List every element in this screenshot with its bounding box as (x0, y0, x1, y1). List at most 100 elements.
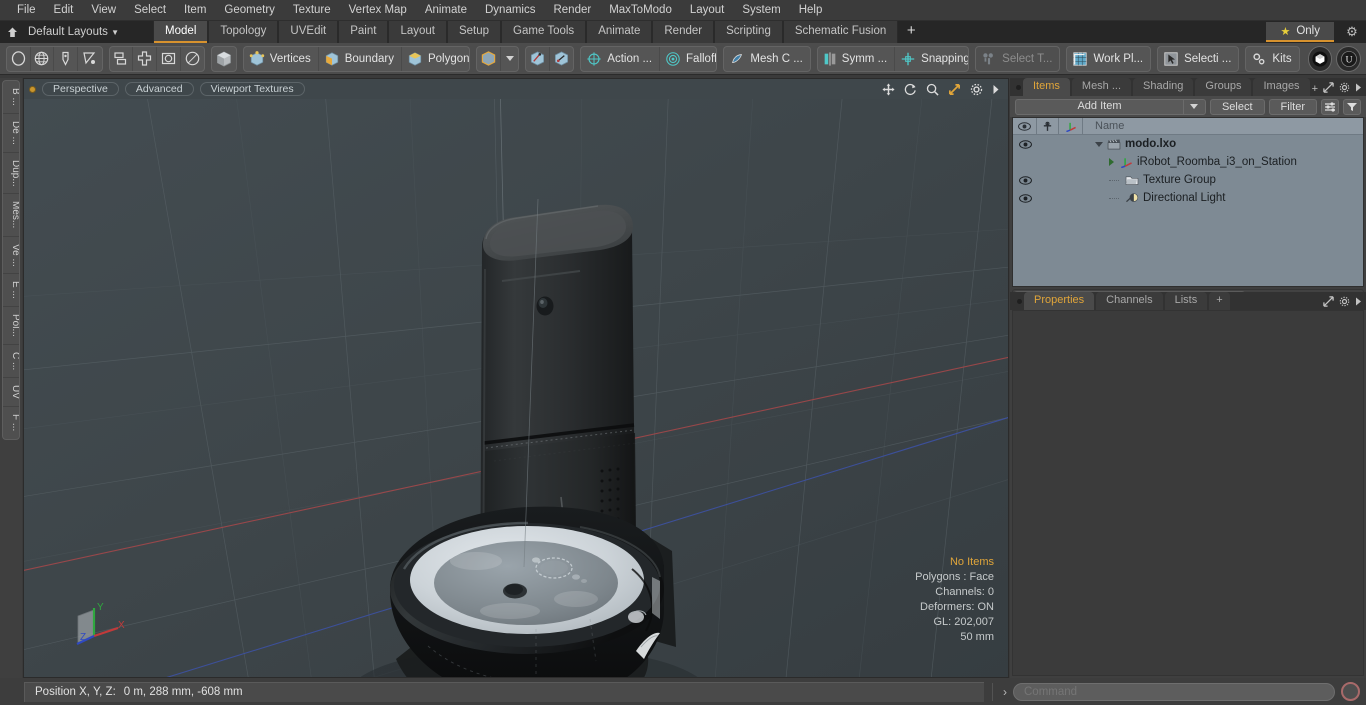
tab-uvedit[interactable]: UVEdit (278, 21, 339, 43)
menu-item-texture[interactable]: Texture (284, 0, 340, 21)
chevron-right-icon[interactable] (992, 84, 1000, 95)
left-tab-basic[interactable]: B ... (3, 81, 19, 114)
curve-icon[interactable] (78, 47, 102, 71)
selection-sets-button[interactable]: Selecti ... (1157, 45, 1240, 72)
select-through-button[interactable]: Select T... (975, 45, 1061, 72)
default-layouts-dropdown[interactable]: Default Layouts ▼ (24, 21, 129, 43)
menu-item-file[interactable]: File (8, 0, 45, 21)
filter-funnel-icon[interactable] (1343, 98, 1361, 115)
menu-item-layout[interactable]: Layout (681, 0, 734, 21)
left-tab-mesh-edit[interactable]: Mes... (3, 194, 19, 237)
paint-select-icon[interactable] (526, 46, 550, 71)
tab-groups[interactable]: Groups (1195, 78, 1252, 96)
chevron-down-icon[interactable] (501, 47, 518, 71)
tab-game-tools[interactable]: Game Tools (501, 21, 587, 43)
snapping-button[interactable]: Snapping (895, 47, 968, 71)
tab-schematic-fusion[interactable]: Schematic Fusion (782, 21, 899, 43)
add-layout-tab-button[interactable]: + (898, 21, 924, 43)
menu-item-item[interactable]: Item (175, 0, 215, 21)
viewport-3d[interactable]: Perspective Advanced Viewport Textures N… (23, 78, 1009, 678)
viewport-shading-button[interactable]: Advanced (124, 82, 194, 96)
tab-model[interactable]: Model (153, 21, 209, 43)
left-tab-deform[interactable]: De ... (3, 114, 19, 153)
expand-collapse-icon[interactable] (1095, 141, 1103, 147)
row-name-cell[interactable]: iRobot_Roomba_i3_on_Station (1083, 156, 1363, 168)
menu-item-help[interactable]: Help (790, 0, 832, 21)
action-center-button[interactable]: Action ... (581, 46, 661, 71)
left-tab-fusion[interactable]: F ... (3, 407, 19, 438)
viewport-canvas[interactable]: No Items Polygons : Face Channels: 0 Def… (24, 99, 1008, 677)
viewport-textures-button[interactable]: Viewport Textures (199, 82, 305, 96)
table-row[interactable]: Directional Light (1013, 189, 1363, 207)
table-row[interactable]: Texture Group (1013, 171, 1363, 189)
array-icon[interactable] (133, 46, 157, 71)
unreal-badge-icon[interactable]: U (1336, 45, 1361, 72)
menu-item-vertex-map[interactable]: Vertex Map (340, 0, 416, 21)
viewport-projection-button[interactable]: Perspective (42, 82, 119, 96)
paint-deselect-icon[interactable] (550, 47, 574, 71)
tab-shading[interactable]: Shading (1133, 78, 1194, 96)
menu-item-select[interactable]: Select (125, 0, 175, 21)
items-tree[interactable]: Name modo.lxo iRobot_Roomba_i3_on_Statio… (1012, 117, 1364, 287)
ellipse-icon[interactable] (7, 46, 31, 71)
tab-paint[interactable]: Paint (338, 21, 389, 43)
move-icon[interactable] (882, 82, 895, 96)
row-visibility-toggle[interactable] (1013, 135, 1037, 153)
row-name-cell[interactable]: Texture Group (1083, 174, 1363, 186)
panel-menu-dot[interactable] (1014, 292, 1024, 310)
menu-item-dynamics[interactable]: Dynamics (476, 0, 544, 21)
menu-item-system[interactable]: System (733, 0, 789, 21)
chevron-right-icon[interactable] (1355, 83, 1362, 95)
filter-button[interactable]: Filter (1268, 98, 1317, 115)
gear-icon[interactable] (970, 83, 983, 96)
menu-item-render[interactable]: Render (544, 0, 600, 21)
add-properties-tab-button[interactable]: + (1209, 292, 1230, 310)
kits-button[interactable]: Kits (1245, 45, 1300, 72)
gear-icon[interactable]: ⚙ (1338, 24, 1366, 40)
expand-collapse-icon[interactable] (1109, 158, 1114, 166)
tab-lists[interactable]: Lists (1164, 292, 1208, 310)
list-options-icon[interactable] (1321, 98, 1339, 115)
expand-icon[interactable] (1323, 296, 1334, 310)
pen-icon[interactable] (54, 46, 78, 71)
row-visibility-toggle[interactable] (1013, 171, 1037, 189)
only-toggle-button[interactable]: ★ Only (1266, 22, 1334, 42)
work-plane-button[interactable]: Work Pl... (1066, 45, 1152, 72)
add-item-button[interactable]: Add Item (1015, 98, 1206, 115)
menu-item-geometry[interactable]: Geometry (215, 0, 284, 21)
tab-mesh-ops[interactable]: Mesh ... (1071, 78, 1132, 96)
tab-topology[interactable]: Topology (208, 21, 279, 43)
expand-icon[interactable] (1323, 82, 1334, 96)
cube-icon[interactable] (212, 47, 236, 71)
tab-properties[interactable]: Properties (1024, 292, 1095, 310)
command-input[interactable] (1013, 682, 1335, 701)
row-name-cell[interactable]: modo.lxo (1083, 138, 1363, 150)
left-tab-curve[interactable]: C ... (3, 345, 19, 379)
mesh-constraint-button[interactable]: Mesh C ... (723, 45, 811, 72)
globe-icon[interactable] (31, 46, 55, 71)
vertices-mode-button[interactable]: Vertices (244, 46, 319, 71)
tab-images[interactable]: Images (1253, 78, 1310, 96)
mirror-icon[interactable] (110, 46, 134, 71)
table-row[interactable]: modo.lxo (1013, 135, 1363, 153)
add-tab-icon[interactable]: + (1312, 83, 1318, 95)
chevron-right-icon[interactable] (1355, 297, 1362, 309)
polygons-mode-button[interactable]: Polygons (402, 47, 469, 71)
rotate-icon[interactable] (904, 83, 917, 96)
gear-icon[interactable] (1339, 82, 1350, 96)
tab-animate[interactable]: Animate (586, 21, 653, 43)
square-hole-icon[interactable] (157, 46, 181, 71)
left-tab-uv[interactable]: UV (3, 378, 19, 408)
row-visibility-toggle[interactable] (1013, 189, 1037, 207)
table-row[interactable]: iRobot_Roomba_i3_on_Station (1013, 153, 1363, 171)
home-icon[interactable] (0, 21, 24, 43)
gear-icon[interactable] (1339, 296, 1350, 310)
tab-items[interactable]: Items (1023, 78, 1070, 96)
panel-menu-dot[interactable] (1014, 78, 1023, 96)
tab-layout[interactable]: Layout (388, 21, 447, 43)
left-tab-edge[interactable]: E ... (3, 274, 19, 308)
item-cube-icon[interactable] (477, 46, 501, 71)
tab-setup[interactable]: Setup (446, 21, 502, 43)
tab-render[interactable]: Render (652, 21, 715, 43)
circle-icon[interactable] (181, 47, 205, 71)
